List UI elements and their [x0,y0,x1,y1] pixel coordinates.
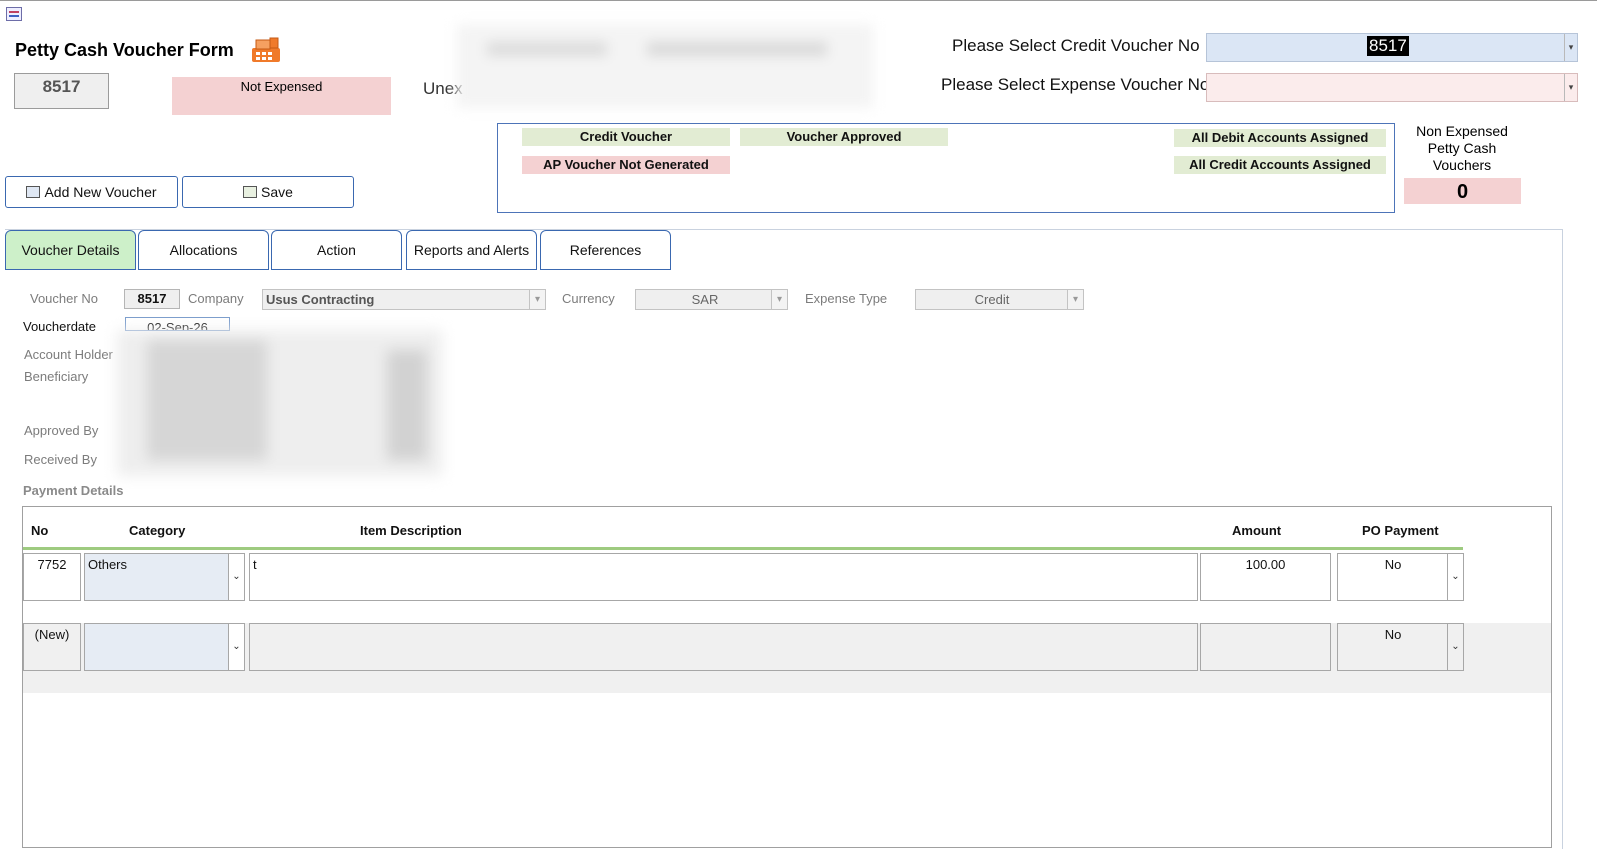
credit-voucher-select-label: Please Select Credit Voucher No [952,36,1200,55]
new-row-category[interactable]: ⌄ [84,623,245,671]
add-new-voucher-button[interactable]: Add New Voucher [5,176,178,208]
chevron-down-icon[interactable]: ⌄ [1447,554,1463,600]
new-row-no[interactable]: (New) [23,623,81,671]
header-divider [23,547,1463,550]
new-row-amount[interactable] [1200,623,1331,671]
ap-voucher-flag: AP Voucher Not Generated [522,156,730,174]
expense-type-combo[interactable]: Credit ▾ [915,289,1084,310]
table-row-category[interactable]: Others ⌄ [84,553,245,601]
column-header-no: No [31,523,49,538]
window-top-border [0,0,1597,1]
expense-status-badge: Not Expensed [172,77,391,115]
new-row-po-payment[interactable]: No ⌄ [1337,623,1464,671]
chevron-down-icon[interactable]: ⌄ [228,554,244,600]
column-header-amount: Amount [1232,523,1282,538]
table-row-po-payment[interactable]: No ⌄ [1337,553,1464,601]
cash-register-icon [250,36,282,64]
chevron-down-icon[interactable]: ⌄ [1447,624,1463,670]
company-value: Usus Contracting [266,292,375,307]
chevron-down-icon[interactable]: ▾ [1564,74,1577,101]
currency-label: Currency [562,291,615,306]
voucherdate-field[interactable]: 02-Sep-26 [125,317,230,331]
expense-type-value: Credit [974,292,1010,307]
credit-voucher-select[interactable]: 8517 ▾ [1206,33,1578,62]
redacted-area [117,330,442,476]
chevron-down-icon[interactable]: ▾ [1067,290,1083,309]
add-new-voucher-label: Add New Voucher [44,184,157,200]
expense-voucher-select[interactable]: ▾ [1206,73,1578,102]
credit-voucher-flag: Credit Voucher [522,128,730,146]
credit-voucher-value: 8517 [1367,36,1409,56]
add-record-icon [26,186,41,198]
po-payment-value: No [1384,557,1402,572]
payment-details-label: Payment Details [23,483,124,498]
tab-reports-and-alerts[interactable]: Reports and Alerts [406,230,537,270]
po-payment-value: No [1384,627,1402,642]
chevron-down-icon[interactable]: ▾ [771,290,787,309]
chevron-down-icon[interactable]: ⌄ [228,624,244,670]
chevron-down-icon[interactable]: ▾ [529,290,545,309]
column-header-description: Item Description [360,523,462,538]
currency-combo[interactable]: SAR ▾ [635,289,788,310]
tab-allocations[interactable]: Allocations [138,230,269,270]
company-label: Company [188,291,244,306]
save-icon [243,186,258,198]
voucher-no-label: Voucher No [30,291,98,306]
table-row-description[interactable]: t [249,553,1198,601]
column-header-category: Category [129,523,186,538]
redacted-area [457,24,873,108]
tab-voucher-details[interactable]: Voucher Details [5,230,136,270]
form-title: Petty Cash Voucher Form [15,40,234,60]
company-combo[interactable]: Usus Contracting ▾ [262,289,546,310]
new-row-description[interactable] [249,623,1198,671]
column-header-po-payment: PO Payment [1362,523,1439,538]
credit-accounts-flag: All Credit Accounts Assigned [1174,156,1386,174]
debit-accounts-flag: All Debit Accounts Assigned [1174,129,1386,147]
tab-action[interactable]: Action [271,230,402,270]
category-value: Others [88,557,128,572]
tab-references[interactable]: References [540,230,671,270]
non-expensed-label: Non Expensed Petty Cash Vouchers [1416,123,1508,173]
voucher-number-display: 8517 [14,73,109,109]
received-by-label: Received By [24,452,97,467]
currency-value: SAR [691,292,719,307]
table-row-amount[interactable]: 100.00 [1200,553,1331,601]
expense-type-label: Expense Type [805,291,888,306]
voucher-approved-flag: Voucher Approved [740,128,948,146]
table-row-no[interactable]: 7752 [23,553,81,601]
save-label: Save [261,184,293,200]
account-holder-label: Account Holder [24,347,113,362]
approved-by-label: Approved By [24,423,99,438]
expense-voucher-select-label: Please Select Expense Voucher No [941,75,1210,94]
save-button[interactable]: Save [182,176,354,208]
voucherdate-label: Voucherdate [23,319,97,334]
beneficiary-label: Beneficiary [24,369,89,384]
non-expensed-count: 0 [1404,178,1521,204]
chevron-down-icon[interactable]: ▾ [1564,34,1577,61]
voucher-no-field[interactable]: 8517 [124,289,180,309]
form-icon [6,7,22,21]
